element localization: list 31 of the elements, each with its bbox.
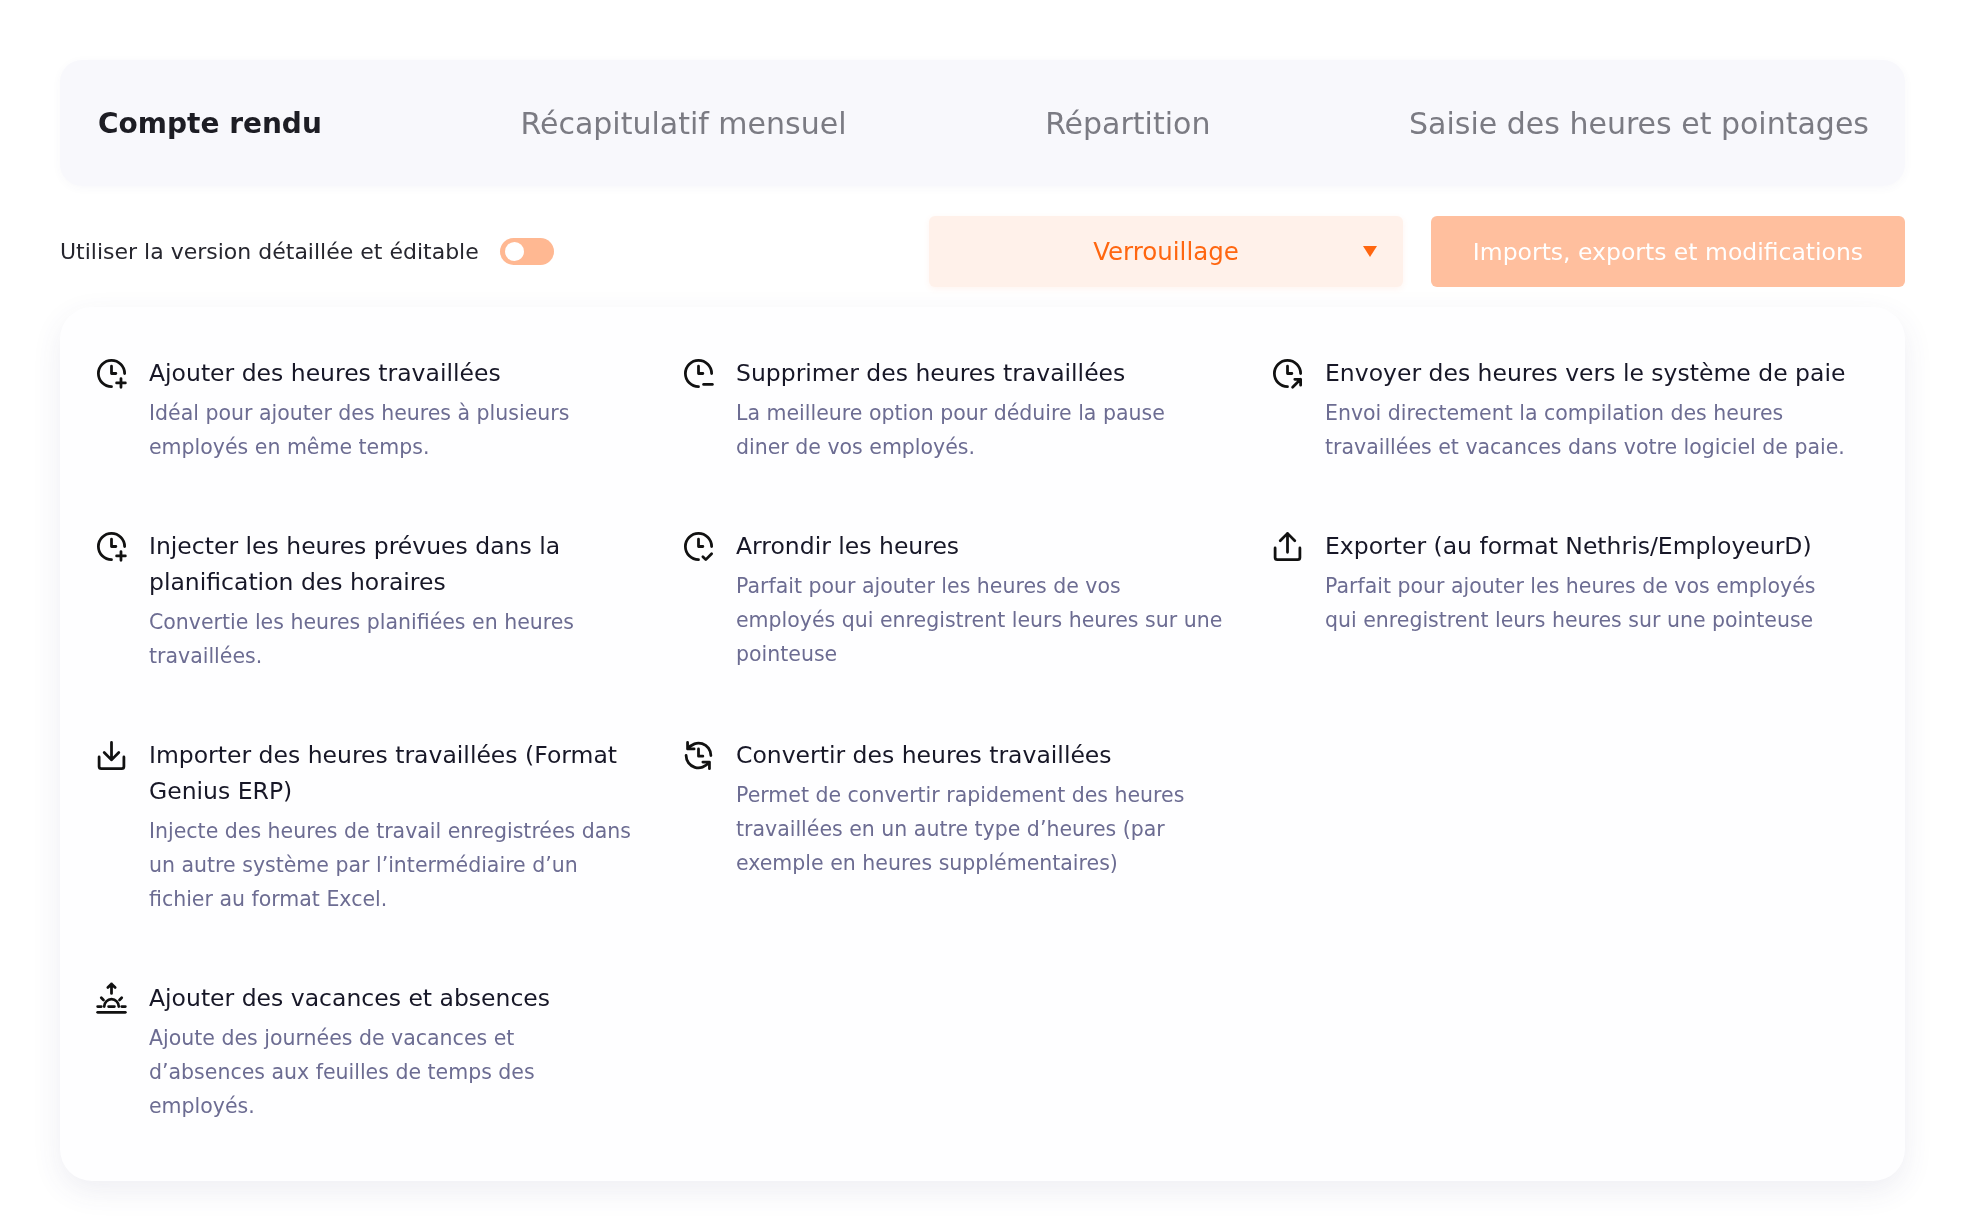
clock-check-icon [681,529,716,564]
action-description: La meilleure option pour déduire la pause diner de vos employés. [736,400,1166,461]
action-description: Envoi directement la compilation des heures travaillées et vacances dans votre logiciel de paie. [1325,400,1846,461]
clock-minus-icon [681,356,716,391]
action-description: Parfait pour ajouter les heures de vos employés qui enregistrent leurs heures sur une pointeuse [736,573,1224,668]
action-title[interactable]: Envoyer des heures vers le système de paie [1325,355,1846,391]
action-title[interactable]: Ajouter des heures travaillées [149,355,501,391]
action-description: Ajoute des journées de vacances et d’absences aux feuilles de temps des employés. [149,1025,536,1120]
clock-plus-icon [94,529,129,564]
caret-icon [1363,246,1377,257]
action-title[interactable]: Convertir des heures travaillées [736,737,1112,773]
action-title[interactable]: Arrondir les heures [736,528,960,564]
action-title[interactable]: Injecter les heures prévues dans la planification des horaires [149,528,634,600]
clock-arrow-icon [1270,356,1305,391]
action-description: Convertie les heures planifiées en heures travaillées. [149,609,576,670]
clock-plus-icon [94,356,129,391]
sunrise-icon [94,981,129,1016]
action-title[interactable]: Importer des heures travaillées (Format Genius ERP) [149,737,634,809]
tab[interactable]: Répartition [1045,93,1211,153]
action-title[interactable]: Supprimer des heures travaillées [736,355,1126,391]
action-description: Permet de convertir rapidement des heures travaillées en un autre type d’heures (par exemple en heures supplémentaires) [736,782,1186,877]
toggle-label: Utiliser la version détaillée et éditable [60,239,479,264]
action-description: Parfait pour ajouter les heures de vos employés qui enregistrent leurs heures sur une pointeuse [1325,573,1817,634]
toggle-switch[interactable] [499,238,554,265]
action-description: Injecte des heures de travail enregistrées dans un autre système par l’intermédiaire d’un fichier au format Excel. [149,818,633,913]
tab[interactable]: Saisie des heures et pointages [1409,93,1869,153]
action-title[interactable]: Ajouter des vacances et absences [149,980,551,1016]
tab[interactable]: Compte rendu [98,94,322,152]
action-title[interactable]: Exporter (au format Nethris/EmployeurD) [1325,528,1812,564]
action-description: Idéal pour ajouter des heures à plusieurs employés en même temps. [149,400,571,461]
tab[interactable]: Récapitulatif mensuel [520,93,847,153]
